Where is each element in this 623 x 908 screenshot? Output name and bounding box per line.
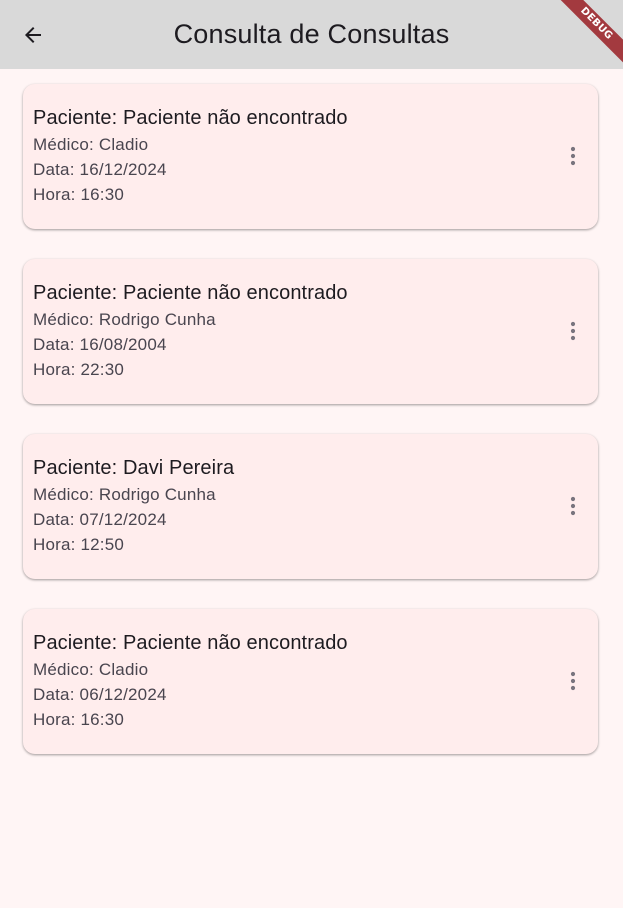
appointment-date: Data: 16/08/2004 xyxy=(33,335,167,354)
app-bar: Consulta de Consultas xyxy=(0,0,623,69)
doctor-name: Médico: Cladio xyxy=(33,660,149,679)
doctor-name: Médico: Cladio xyxy=(33,135,149,154)
card-body: Paciente: Davi Pereira Médico: Rodrigo C… xyxy=(33,454,234,557)
patient-name: Paciente: Paciente não encontrado xyxy=(33,632,348,654)
appointment-card[interactable]: Paciente: Paciente não encontrado Médico… xyxy=(23,259,598,404)
card-body: Paciente: Paciente não encontrado Médico… xyxy=(33,629,348,732)
more-vert-icon xyxy=(570,146,576,166)
more-vert-icon xyxy=(570,496,576,516)
appointment-time: Hora: 12:50 xyxy=(33,535,125,554)
more-options-button[interactable] xyxy=(558,136,588,176)
card-body: Paciente: Paciente não encontrado Médico… xyxy=(33,104,348,207)
more-vert-icon xyxy=(570,671,576,691)
appointment-list: Paciente: Paciente não encontrado Médico… xyxy=(23,84,598,784)
appointment-card[interactable]: Paciente: Paciente não encontrado Médico… xyxy=(23,609,598,754)
patient-name: Paciente: Paciente não encontrado xyxy=(33,107,348,129)
more-options-button[interactable] xyxy=(558,486,588,526)
more-options-button[interactable] xyxy=(558,311,588,351)
appointment-date: Data: 06/12/2024 xyxy=(33,685,167,704)
appointment-time: Hora: 22:30 xyxy=(33,360,125,379)
appointment-time: Hora: 16:30 xyxy=(33,185,125,204)
more-vert-icon xyxy=(570,321,576,341)
appointment-card[interactable]: Paciente: Davi Pereira Médico: Rodrigo C… xyxy=(23,434,598,579)
back-button[interactable] xyxy=(14,16,52,54)
patient-name: Paciente: Paciente não encontrado xyxy=(33,282,348,304)
doctor-name: Médico: Rodrigo Cunha xyxy=(33,485,216,504)
page-title: Consulta de Consultas xyxy=(173,19,450,49)
appointment-card[interactable]: Paciente: Paciente não encontrado Médico… xyxy=(23,84,598,229)
card-body: Paciente: Paciente não encontrado Médico… xyxy=(33,279,348,382)
arrow-left-icon xyxy=(25,27,41,43)
appointment-date: Data: 16/12/2024 xyxy=(33,160,167,179)
appointment-date: Data: 07/12/2024 xyxy=(33,510,167,529)
patient-name: Paciente: Davi Pereira xyxy=(33,457,235,479)
doctor-name: Médico: Rodrigo Cunha xyxy=(33,310,216,329)
more-options-button[interactable] xyxy=(558,661,588,701)
appointment-time: Hora: 16:30 xyxy=(33,710,125,729)
